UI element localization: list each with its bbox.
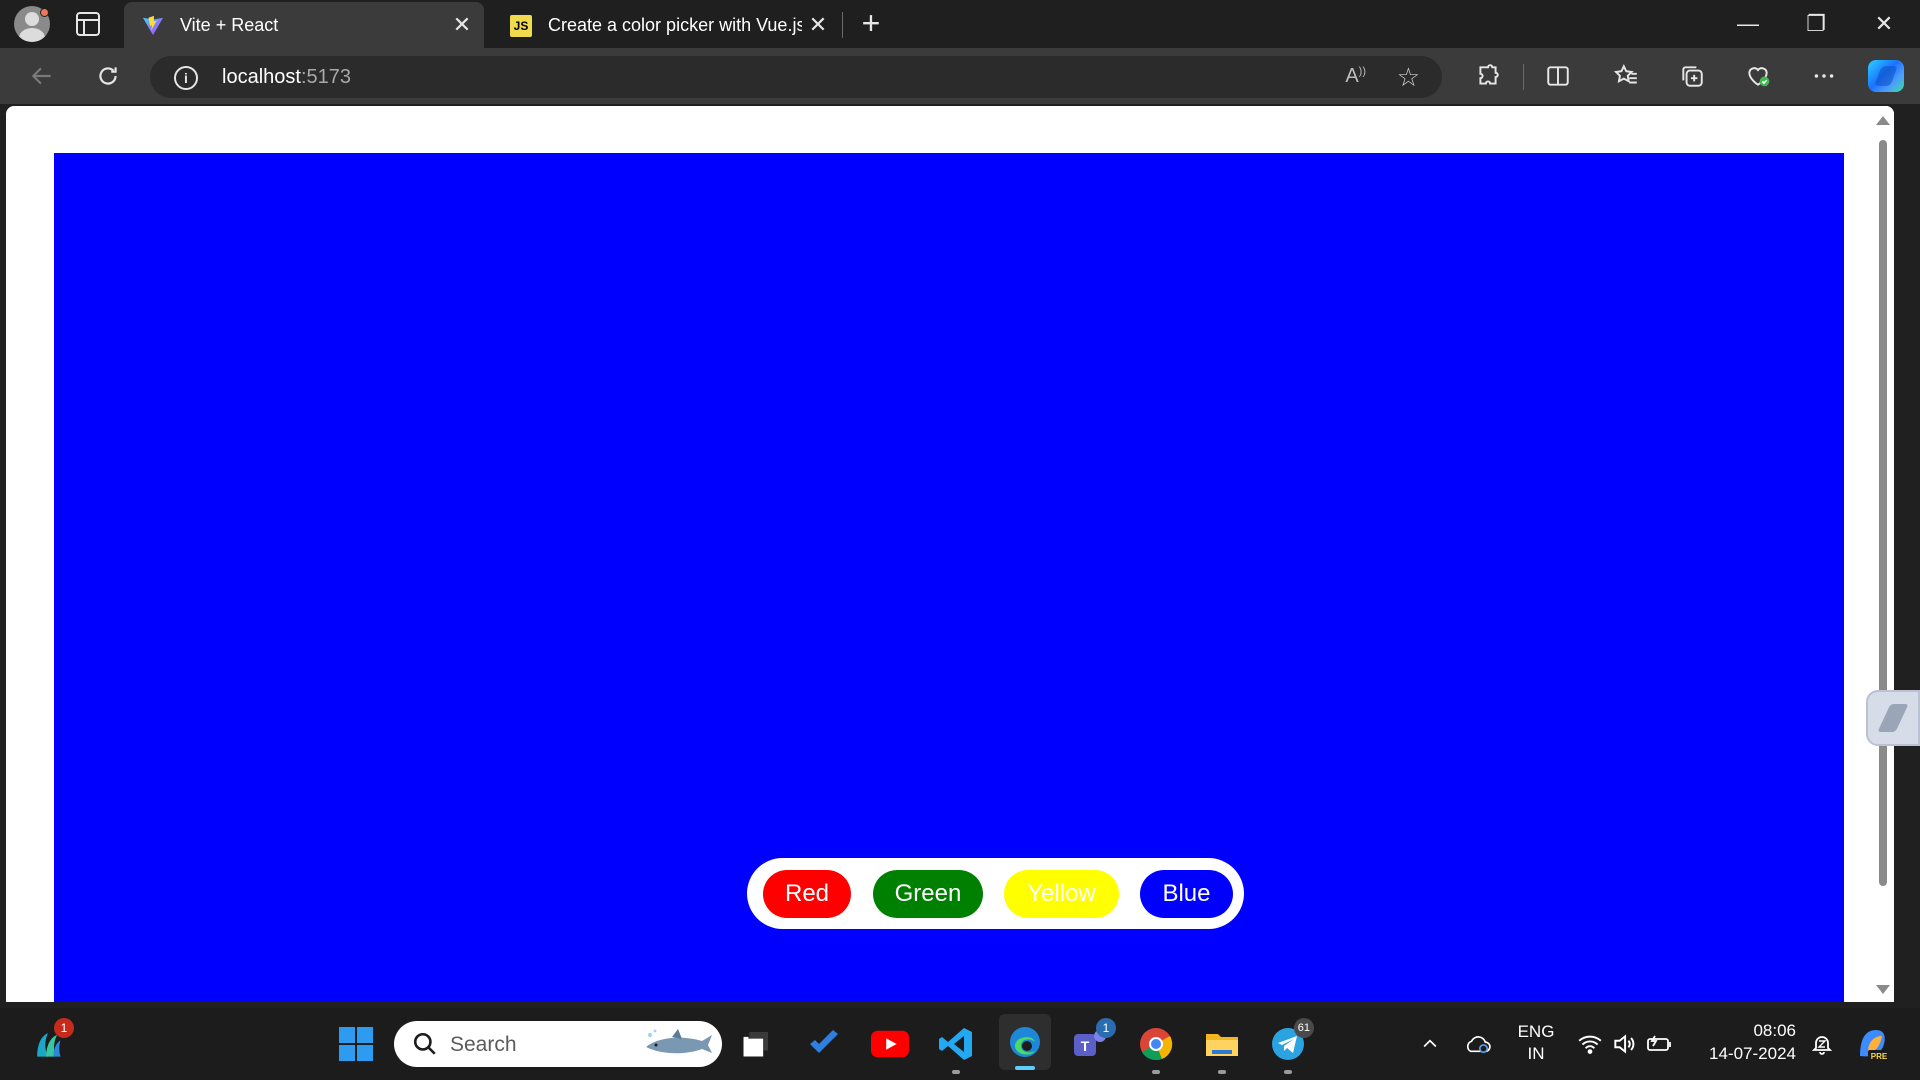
- close-tab-icon[interactable]: ✕: [806, 14, 830, 38]
- green-button[interactable]: Green: [873, 870, 983, 918]
- search-icon: [413, 1032, 436, 1055]
- show-hidden-icons-chevron-icon[interactable]: [1408, 1022, 1452, 1066]
- clock-date: 14-07-2024: [1709, 1044, 1796, 1063]
- color-picker-bar: Red Green Yellow Blue: [747, 858, 1244, 929]
- close-window-icon[interactable]: ✕: [1864, 8, 1904, 40]
- read-aloud-icon[interactable]: A)): [1345, 65, 1366, 88]
- copilot-icon[interactable]: [1868, 60, 1904, 92]
- scroll-thumb[interactable]: [1879, 140, 1887, 886]
- color-display-area: Red Green Yellow Blue: [54, 153, 1844, 1002]
- restore-icon[interactable]: ❐: [1796, 8, 1836, 40]
- toolbar-separator: [1523, 64, 1524, 90]
- start-windows-icon[interactable]: [334, 1022, 378, 1066]
- close-tab-icon[interactable]: ✕: [450, 14, 474, 38]
- collections-icon[interactable]: [1676, 60, 1708, 92]
- teams-icon[interactable]: T 1: [1068, 1018, 1116, 1066]
- search-placeholder: Search: [450, 1033, 517, 1056]
- tab-title: Vite + React: [180, 15, 279, 35]
- system-status-group[interactable]: [1570, 1022, 1680, 1066]
- clock[interactable]: 08:06 14-07-2024: [1696, 1021, 1796, 1064]
- page-viewport: Red Green Yellow Blue: [6, 106, 1894, 1002]
- browser-essentials-icon[interactable]: [1742, 60, 1774, 92]
- tab-vue-color-picker[interactable]: JS Create a color picker with Vue.js ✕: [492, 2, 840, 48]
- site-info-icon[interactable]: i: [174, 66, 198, 90]
- task-view-icon[interactable]: [734, 1022, 778, 1066]
- address-bar[interactable]: i localhost:5173 A)) ☆: [150, 56, 1442, 98]
- running-indicator: [1284, 1070, 1292, 1074]
- browser-toolbar: i localhost:5173 A)) ☆: [0, 48, 1920, 104]
- split-screen-icon[interactable]: [1542, 60, 1574, 92]
- clock-time: 08:06: [1753, 1021, 1796, 1040]
- profile-status-dot: [40, 8, 49, 17]
- telegram-icon[interactable]: 61: [1266, 1018, 1314, 1074]
- taskbar-search-input[interactable]: Search: [394, 1021, 722, 1067]
- js-icon: JS: [510, 15, 532, 37]
- minimize-icon[interactable]: —: [1728, 8, 1768, 40]
- volume-icon: [1614, 1034, 1635, 1054]
- active-indicator: [1015, 1066, 1035, 1070]
- wifi-icon: [1578, 1035, 1602, 1054]
- notification-badge: 1: [54, 1018, 74, 1038]
- url-host: localhost: [222, 66, 301, 88]
- scroll-up-arrow-icon[interactable]: [1876, 116, 1890, 125]
- todo-icon[interactable]: [802, 1022, 846, 1066]
- notification-badge: 61: [1293, 1018, 1314, 1038]
- refresh-icon[interactable]: [92, 60, 124, 92]
- tab-title: Create a color picker with Vue.js: [548, 15, 802, 35]
- svg-text:T: T: [1081, 1038, 1090, 1054]
- vscode-icon[interactable]: [934, 1022, 978, 1074]
- add-favorite-icon[interactable]: ☆: [1397, 62, 1420, 93]
- url-text[interactable]: localhost:5173: [222, 66, 351, 89]
- title-bar: Vite + React ✕ JS Create a color picker …: [0, 0, 1920, 48]
- sidebar-toggle-icon[interactable]: [1866, 690, 1920, 746]
- extensions-icon[interactable]: [1472, 60, 1504, 92]
- vertical-scrollbar[interactable]: [1870, 106, 1894, 1002]
- language-indicator[interactable]: ENG IN: [1512, 1022, 1560, 1064]
- language-code: ENG: [1517, 1022, 1555, 1041]
- settings-more-icon[interactable]: [1808, 60, 1840, 92]
- edge-icon[interactable]: [999, 1014, 1051, 1070]
- yellow-button[interactable]: Yellow: [1004, 870, 1119, 918]
- running-indicator: [952, 1070, 960, 1074]
- favorites-icon[interactable]: [1610, 60, 1642, 92]
- notification-badge: 1: [1096, 1018, 1116, 1038]
- back-icon[interactable]: [26, 60, 58, 92]
- tab-vite-react[interactable]: Vite + React ✕: [124, 2, 484, 48]
- file-explorer-icon[interactable]: [1200, 1022, 1244, 1074]
- scroll-down-arrow-icon[interactable]: [1876, 985, 1890, 994]
- chrome-icon[interactable]: [1134, 1022, 1178, 1074]
- tab-actions-icon[interactable]: [76, 12, 100, 36]
- shark-illustration-icon: [646, 1029, 712, 1054]
- svg-text:PRE: PRE: [1871, 1052, 1888, 1061]
- weather-widget-icon[interactable]: 1: [26, 1018, 74, 1066]
- new-tab-icon[interactable]: +: [856, 7, 886, 39]
- youtube-icon[interactable]: [868, 1022, 912, 1066]
- red-button[interactable]: Red: [763, 870, 851, 918]
- battery-icon: [1647, 1035, 1671, 1051]
- region-code: IN: [1527, 1044, 1545, 1063]
- vite-icon: [142, 15, 164, 36]
- blue-button[interactable]: Blue: [1140, 870, 1233, 918]
- copilot-pre-icon[interactable]: PRE: [1850, 1022, 1894, 1066]
- url-port: :5173: [300, 66, 351, 88]
- running-indicator: [1218, 1070, 1226, 1074]
- running-indicator: [1152, 1070, 1160, 1074]
- tab-separator: [842, 12, 843, 38]
- onedrive-icon[interactable]: [1456, 1022, 1500, 1066]
- notifications-bell-icon[interactable]: [1800, 1022, 1844, 1066]
